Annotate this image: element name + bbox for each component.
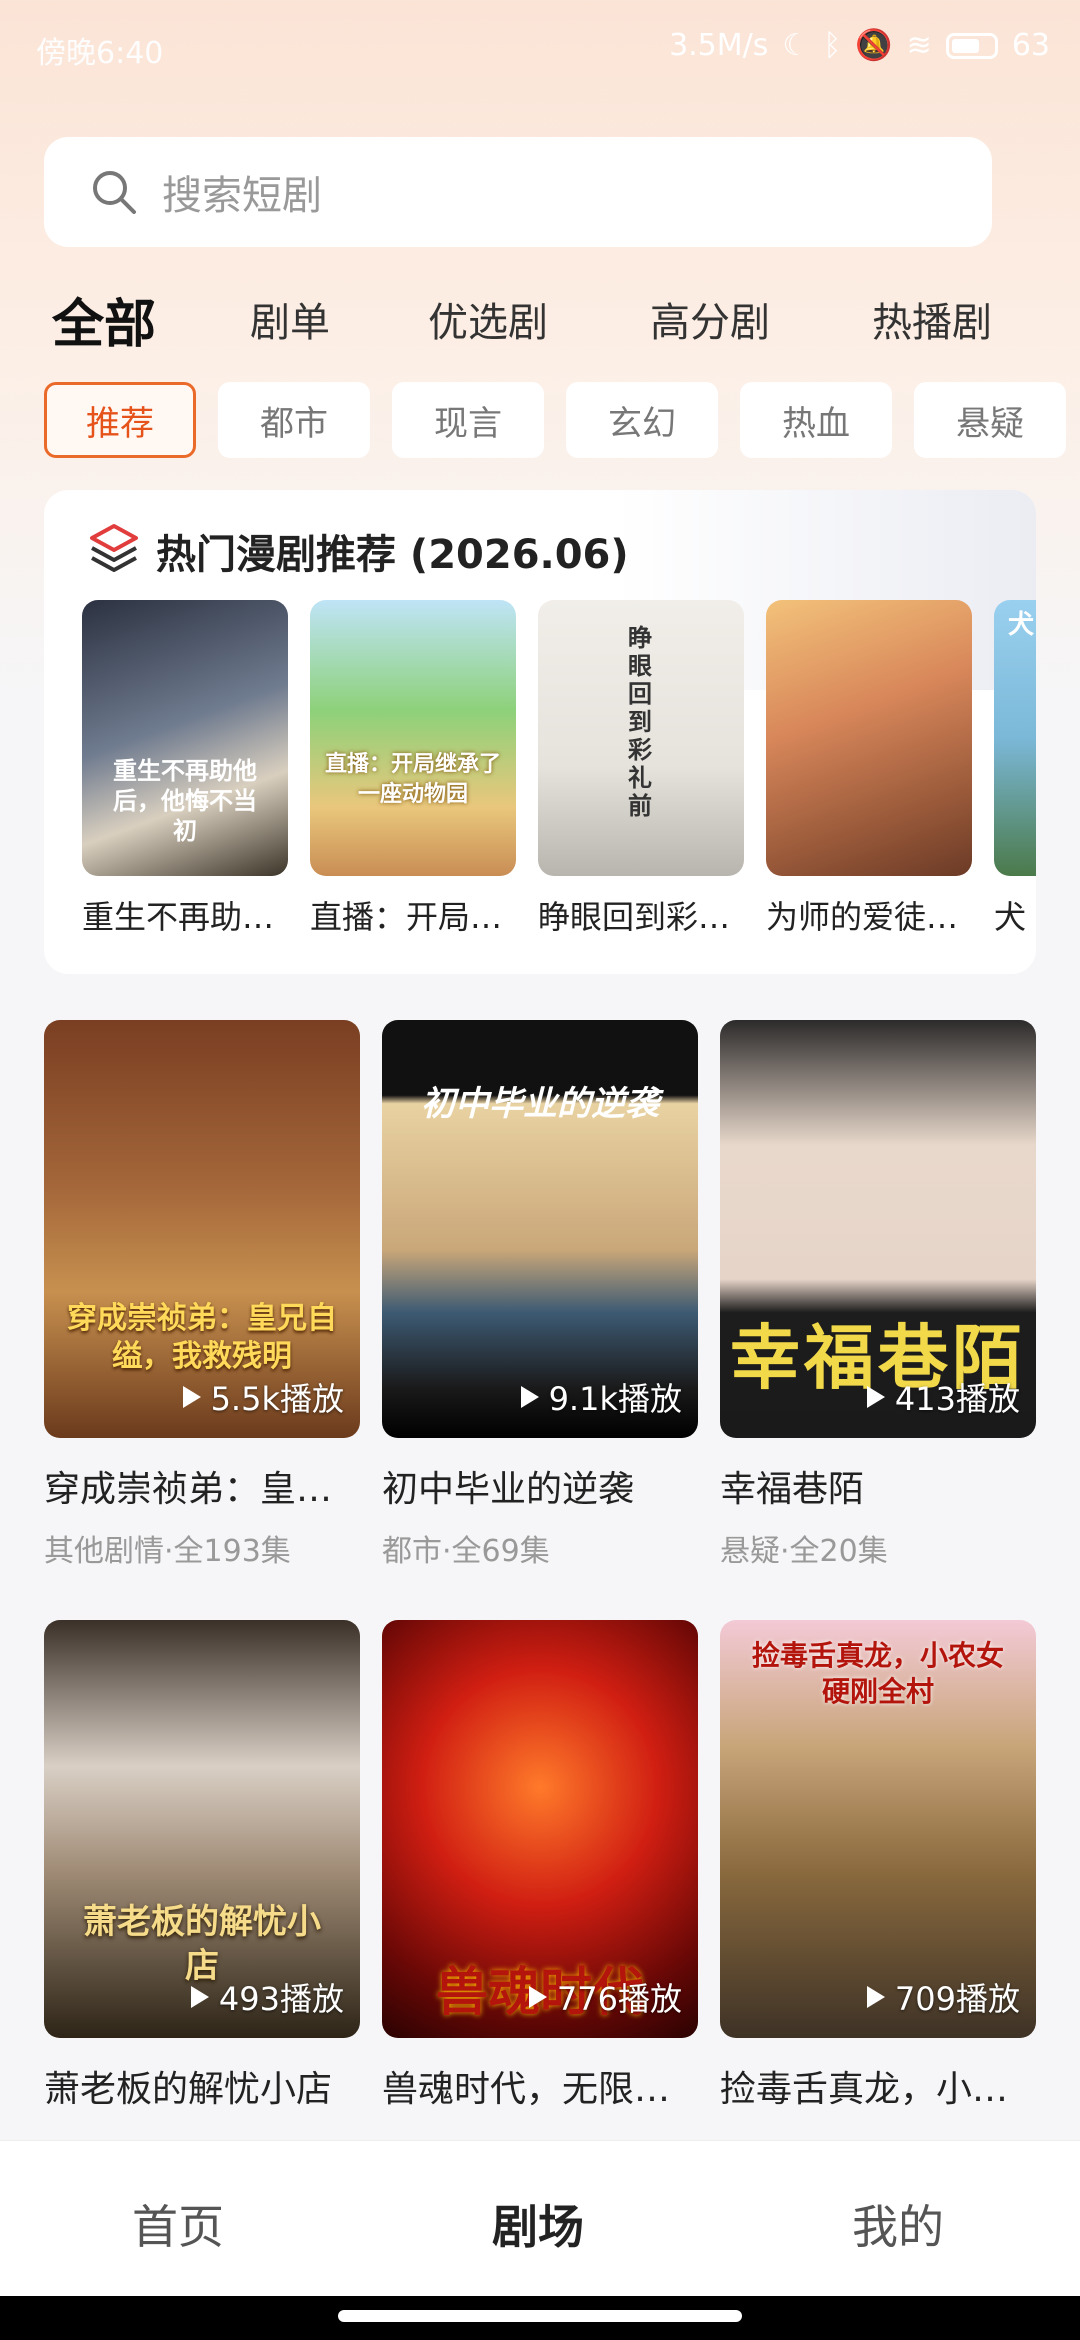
- chip-mystery[interactable]: 悬疑: [914, 382, 1066, 458]
- hot-cover-text: 犬: [1008, 610, 1035, 640]
- hot-cover[interactable]: 直播：开局继承了一座动物园: [310, 600, 516, 876]
- hot-item-title: 犬: [994, 898, 1027, 936]
- drama-meta: 都市·全69集: [382, 1534, 550, 1569]
- play-count: 709播放: [866, 1974, 1020, 2020]
- hot-item[interactable]: 重生不再助他后，他悔不当初 重生不再助…: [82, 600, 288, 938]
- chip-fantasy[interactable]: 玄幻: [566, 382, 718, 458]
- battery-level: 63: [1011, 28, 1050, 63]
- status-icons: 3.5M/s ☾ ᛒ 🔕 ≋ 63: [669, 28, 1050, 63]
- bottom-nav: 首页 剧场 我的: [0, 2140, 1080, 2301]
- play-icon: [182, 1386, 201, 1408]
- drama-poster[interactable]: 萧老板的解忧小店 493播放: [44, 1620, 360, 2038]
- hot-cover[interactable]: 犬: [994, 600, 1036, 876]
- home-indicator[interactable]: [338, 2310, 742, 2322]
- tab-selected[interactable]: 优选剧: [428, 290, 548, 348]
- hot-item-title: 为师的爱徒…: [766, 898, 959, 936]
- hot-item-title: 重生不再助…: [82, 898, 275, 936]
- chip-city[interactable]: 都市: [218, 382, 370, 458]
- search-bar[interactable]: 搜索短剧: [44, 137, 992, 247]
- drama-poster[interactable]: 穿成崇祯弟：皇兄自缢，我救残明 5.5k播放: [44, 1020, 360, 1438]
- wifi-icon: ≋: [906, 28, 932, 63]
- hot-item[interactable]: 睁眼回到彩礼前 睁眼回到彩…: [538, 600, 744, 938]
- drama-card[interactable]: 幸福巷陌 413播放 幸福巷陌 悬疑·全20集: [720, 1020, 1036, 1570]
- drama-poster[interactable]: 捡毒舌真龙，小农女硬刚全村 709播放: [720, 1620, 1036, 2038]
- drama-title: 穿成崇祯弟：皇…: [44, 1469, 333, 1510]
- poster-title-text: 穿成崇祯弟：皇兄自缢，我救残明: [67, 1301, 337, 1374]
- category-tabs: 全部 剧单 优选剧 高分剧 热播剧: [0, 290, 1080, 370]
- genre-chips: 推荐 都市 现言 玄幻 热血 悬疑: [44, 382, 1080, 458]
- hot-strip: 重生不再助他后，他悔不当初 重生不再助… 直播：开局继承了一座动物园 直播：开局…: [82, 600, 1036, 938]
- nav-home[interactable]: 首页: [132, 2191, 224, 2257]
- hot-cover[interactable]: 重生不再助他后，他悔不当初: [82, 600, 288, 876]
- drama-title: 捡毒舌真龙，小…: [720, 2069, 1009, 2110]
- play-count-text: 493播放: [218, 1980, 344, 2018]
- tab-all[interactable]: 全部: [52, 282, 156, 357]
- drama-card[interactable]: 兽魂时代 776播放 兽魂时代，无限…: [382, 1620, 698, 2126]
- tab-hot[interactable]: 热播剧: [872, 290, 992, 348]
- network-speed: 3.5M/s: [669, 28, 769, 63]
- nav-mine[interactable]: 我的: [852, 2191, 944, 2257]
- status-bar: 傍晚6:40 3.5M/s ☾ ᛒ 🔕 ≋ 63: [0, 0, 1080, 96]
- play-count: 413播放: [866, 1374, 1020, 1420]
- drama-title: 幸福巷陌: [720, 1469, 865, 1510]
- play-count-text: 5.5k播放: [210, 1380, 344, 1418]
- mute-icon: 🔕: [855, 28, 893, 63]
- gesture-bar: [0, 2296, 1080, 2340]
- play-count: 776播放: [528, 1974, 682, 2020]
- hot-cover[interactable]: 睁眼回到彩礼前: [538, 600, 744, 876]
- drama-poster[interactable]: 兽魂时代 776播放: [382, 1620, 698, 2038]
- layers-icon: [90, 524, 138, 572]
- play-count: 493播放: [190, 1974, 344, 2020]
- poster-title-text: 初中毕业的逆袭: [421, 1084, 659, 1124]
- hot-cover-text: 直播：开局继承了一座动物园: [324, 752, 501, 807]
- drama-meta: 其他剧情·全193集: [44, 1534, 291, 1569]
- hot-item-title: 直播：开局…: [310, 898, 503, 936]
- play-count: 5.5k播放: [182, 1374, 344, 1420]
- chip-action[interactable]: 热血: [740, 382, 892, 458]
- play-icon: [528, 1986, 547, 2008]
- drama-title: 萧老板的解忧小店: [44, 2069, 333, 2110]
- play-count-text: 709播放: [894, 1980, 1020, 2018]
- chip-romance[interactable]: 现言: [392, 382, 544, 458]
- tab-high-score[interactable]: 高分剧: [650, 290, 770, 348]
- play-icon: [190, 1986, 209, 2008]
- hot-item-title: 睁眼回到彩…: [538, 898, 731, 936]
- hot-item[interactable]: 为师的爱徒…: [766, 600, 972, 938]
- hot-cover[interactable]: [766, 600, 972, 876]
- hot-recommend-section: 热门漫剧推荐 (2026.06) 重生不再助他后，他悔不当初 重生不再助… 直播…: [44, 490, 1036, 974]
- drama-card[interactable]: 捡毒舌真龙，小农女硬刚全村 709播放 捡毒舌真龙，小…: [720, 1620, 1036, 2126]
- play-icon: [520, 1386, 539, 1408]
- chip-recommend[interactable]: 推荐: [44, 382, 196, 458]
- poster-title-text: 捡毒舌真龙，小农女硬刚全村: [751, 1639, 1004, 1708]
- play-icon: [866, 1986, 885, 2008]
- nav-theater[interactable]: 剧场: [492, 2191, 584, 2257]
- play-count-text: 413播放: [894, 1380, 1020, 1418]
- drama-poster[interactable]: 初中毕业的逆袭 9.1k播放: [382, 1020, 698, 1438]
- hot-item[interactable]: 直播：开局继承了一座动物园 直播：开局…: [310, 600, 516, 938]
- moon-icon: ☾: [782, 28, 810, 63]
- status-time: 傍晚6:40: [36, 36, 164, 71]
- play-count-text: 9.1k播放: [548, 1380, 682, 1418]
- drama-meta: 悬疑·全20集: [720, 1534, 888, 1569]
- drama-poster[interactable]: 幸福巷陌 413播放: [720, 1020, 1036, 1438]
- hot-item[interactable]: 犬 犬: [994, 600, 1036, 938]
- drama-card[interactable]: 穿成崇祯弟：皇兄自缢，我救残明 5.5k播放 穿成崇祯弟：皇… 其他剧情·全19…: [44, 1020, 360, 1570]
- battery-icon: [945, 32, 998, 59]
- section-title: 热门漫剧推荐 (2026.06): [156, 532, 629, 578]
- play-count: 9.1k播放: [520, 1374, 682, 1420]
- hot-cover-text: 睁眼回到彩礼前: [628, 624, 652, 820]
- play-icon: [866, 1386, 885, 1408]
- tab-playlist[interactable]: 剧单: [250, 290, 330, 348]
- drama-title: 初中毕业的逆袭: [382, 1469, 635, 1510]
- drama-card[interactable]: 初中毕业的逆袭 9.1k播放 初中毕业的逆袭 都市·全69集: [382, 1020, 698, 1570]
- hot-cover-text: 重生不再助他后，他悔不当初: [113, 757, 257, 845]
- search-placeholder: 搜索短剧: [162, 173, 322, 219]
- bluetooth-icon: ᛒ: [823, 28, 842, 63]
- search-icon: [93, 171, 136, 214]
- play-count-text: 776播放: [556, 1980, 682, 2018]
- drama-card[interactable]: 萧老板的解忧小店 493播放 萧老板的解忧小店: [44, 1620, 360, 2126]
- drama-title: 兽魂时代，无限…: [382, 2069, 671, 2110]
